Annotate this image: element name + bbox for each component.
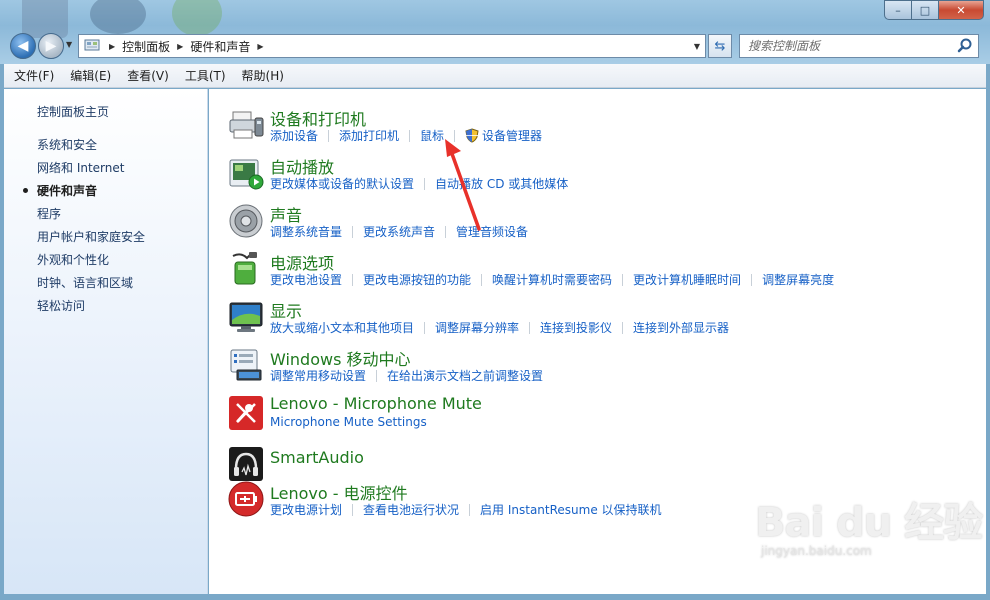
category-title[interactable]: Lenovo - Microphone Mute	[270, 394, 482, 413]
change-power-plan-link[interactable]: 更改电源计划	[270, 501, 342, 518]
connect-projector-link[interactable]: 连接到投影仪	[540, 319, 612, 336]
sidebar-item-ease-of-access[interactable]: 轻松访问	[37, 297, 145, 320]
breadcrumb-hardware-sound[interactable]: 硬件和声音	[190, 38, 250, 55]
category-title[interactable]: SmartAudio	[270, 448, 364, 467]
add-printer-link[interactable]: 添加打印机	[339, 127, 399, 144]
power-button-function-link[interactable]: 更改电源按钮的功能	[363, 271, 471, 288]
change-system-sounds-link[interactable]: 更改系统声音	[363, 223, 435, 240]
battery-health-link[interactable]: 查看电池运行状况	[363, 501, 459, 518]
close-button[interactable]: ✕	[938, 0, 984, 20]
category-links: 放大或缩小文本和其他项目 调整屏幕分辨率 连接到投影仪 连接到外部显示器	[270, 319, 729, 336]
category-links: Microphone Mute Settings	[270, 415, 427, 429]
active-bullet-icon	[23, 188, 28, 193]
maximize-button[interactable]: □	[911, 0, 938, 20]
link-divider	[409, 129, 411, 142]
search-icon[interactable]	[956, 37, 974, 55]
baidu-watermark: Bai du 经验 jingyan.baidu.com	[755, 490, 983, 558]
autoplay-icon[interactable]	[227, 154, 265, 192]
headphones-icon[interactable]	[227, 445, 265, 483]
refresh-button[interactable]: ⇆	[708, 34, 732, 58]
sidebar-item-user-accounts[interactable]: 用户帐户和家庭安全	[37, 228, 145, 251]
microphone-mute-settings-link[interactable]: Microphone Mute Settings	[270, 415, 427, 429]
sidebar-home-link[interactable]: 控制面板主页	[37, 103, 145, 126]
change-default-settings-link[interactable]: 更改媒体或设备的默认设置	[270, 175, 414, 192]
sidebar-list: 控制面板主页 系统和安全 网络和 Internet 硬件和声音 程序 用户帐户和…	[23, 103, 145, 320]
desktop-icon-blur	[172, 0, 222, 36]
adjust-mobility-settings-link[interactable]: 调整常用移动设置	[270, 367, 366, 384]
menu-view[interactable]: 查看(V)	[127, 67, 169, 84]
text-size-link[interactable]: 放大或缩小文本和其他项目	[270, 319, 414, 336]
screen-resolution-link[interactable]: 调整屏幕分辨率	[435, 319, 519, 336]
sidebar-item-programs[interactable]: 程序	[37, 205, 145, 228]
link-divider	[328, 129, 330, 142]
sidebar-item-clock-region[interactable]: 时钟、语言和区域	[37, 274, 145, 297]
require-password-on-wake-link[interactable]: 唤醒计算机时需要密码	[492, 271, 612, 288]
minimize-button[interactable]: –	[884, 0, 911, 20]
breadcrumb-separator-icon[interactable]: ▶	[177, 42, 183, 51]
link-divider	[751, 273, 753, 286]
link-divider	[529, 321, 531, 334]
address-dropdown-icon[interactable]: ▼	[694, 42, 700, 51]
sidebar-item-appearance[interactable]: 外观和个性化	[37, 251, 145, 274]
sidebar-item-label: 硬件和声音	[37, 184, 98, 198]
window-controls: – □ ✕	[884, 0, 984, 20]
breadcrumb-separator-icon[interactable]: ▶	[257, 42, 263, 51]
instantresume-link[interactable]: 启用 InstantResume 以保持联机	[480, 501, 662, 518]
recent-pages-dropdown[interactable]: ▼	[66, 40, 72, 49]
menu-file[interactable]: 文件(F)	[14, 67, 54, 84]
search-box	[739, 34, 979, 58]
link-divider	[352, 273, 354, 286]
speaker-icon[interactable]	[227, 202, 265, 240]
link-divider	[352, 503, 354, 516]
forward-button[interactable]: ▶	[38, 33, 64, 59]
link-divider	[424, 321, 426, 334]
mobility-center-icon[interactable]	[227, 346, 265, 384]
category-links: 更改媒体或设备的默认设置 自动播放 CD 或其他媒体	[270, 175, 568, 192]
microphone-mute-icon[interactable]	[227, 394, 265, 432]
sidebar: 控制面板主页 系统和安全 网络和 Internet 硬件和声音 程序 用户帐户和…	[4, 89, 208, 594]
display-icon[interactable]	[227, 298, 265, 336]
link-divider	[424, 177, 426, 190]
desktop-icon-blur	[22, 0, 68, 38]
search-input[interactable]	[748, 39, 956, 53]
change-battery-settings-link[interactable]: 更改电池设置	[270, 271, 342, 288]
control-panel-icon	[82, 38, 102, 54]
baidu-logo: Bai du 经验	[755, 500, 983, 546]
add-device-link[interactable]: 添加设备	[270, 127, 318, 144]
breadcrumb-control-panel[interactable]: 控制面板	[122, 38, 170, 55]
category-links: 调整系统音量 更改系统声音 管理音频设备	[270, 223, 528, 240]
link-divider	[481, 273, 483, 286]
menu-help[interactable]: 帮助(H)	[242, 67, 284, 84]
menu-bar: 文件(F) 编辑(E) 查看(V) 工具(T) 帮助(H)	[4, 64, 986, 88]
sidebar-item-hardware-sound[interactable]: 硬件和声音	[23, 182, 145, 205]
back-button[interactable]: ◀	[10, 33, 36, 59]
breadcrumb-separator-icon[interactable]: ▶	[109, 42, 115, 51]
menu-edit[interactable]: 编辑(E)	[70, 67, 111, 84]
category-links: 调整常用移动设置 在给出演示文档之前调整设置	[270, 367, 543, 384]
link-divider	[622, 321, 624, 334]
printer-icon[interactable]	[227, 106, 265, 144]
desktop-icon-blur	[90, 0, 146, 34]
power-options-icon[interactable]	[227, 250, 265, 288]
adjust-brightness-link[interactable]: 调整屏幕亮度	[762, 271, 834, 288]
battery-icon[interactable]	[227, 480, 265, 518]
category-links: 更改电池设置 更改电源按钮的功能 唤醒计算机时需要密码 更改计算机睡眠时间 调整…	[270, 271, 834, 288]
adjust-volume-link[interactable]: 调整系统音量	[270, 223, 342, 240]
presentation-settings-link[interactable]: 在给出演示文档之前调整设置	[387, 367, 543, 384]
address-bar[interactable]: ▶ 控制面板 ▶ 硬件和声音 ▶ ▼	[78, 34, 706, 58]
link-divider	[469, 503, 471, 516]
device-manager-link[interactable]: 设备管理器	[482, 127, 542, 144]
category-links: 更改电源计划 查看电池运行状况 启用 InstantResume 以保持联机	[270, 501, 662, 518]
change-sleep-time-link[interactable]: 更改计算机睡眠时间	[633, 271, 741, 288]
link-divider	[376, 369, 378, 382]
sidebar-item-network-internet[interactable]: 网络和 Internet	[37, 159, 145, 182]
link-divider	[352, 225, 354, 238]
sidebar-item-system-security[interactable]: 系统和安全	[37, 136, 145, 159]
category-links: 添加设备 添加打印机 鼠标 设备管理器	[270, 127, 542, 144]
annotation-arrow-icon	[445, 139, 481, 231]
connect-external-display-link[interactable]: 连接到外部显示器	[633, 319, 729, 336]
menu-tools[interactable]: 工具(T)	[185, 67, 226, 84]
link-divider	[622, 273, 624, 286]
